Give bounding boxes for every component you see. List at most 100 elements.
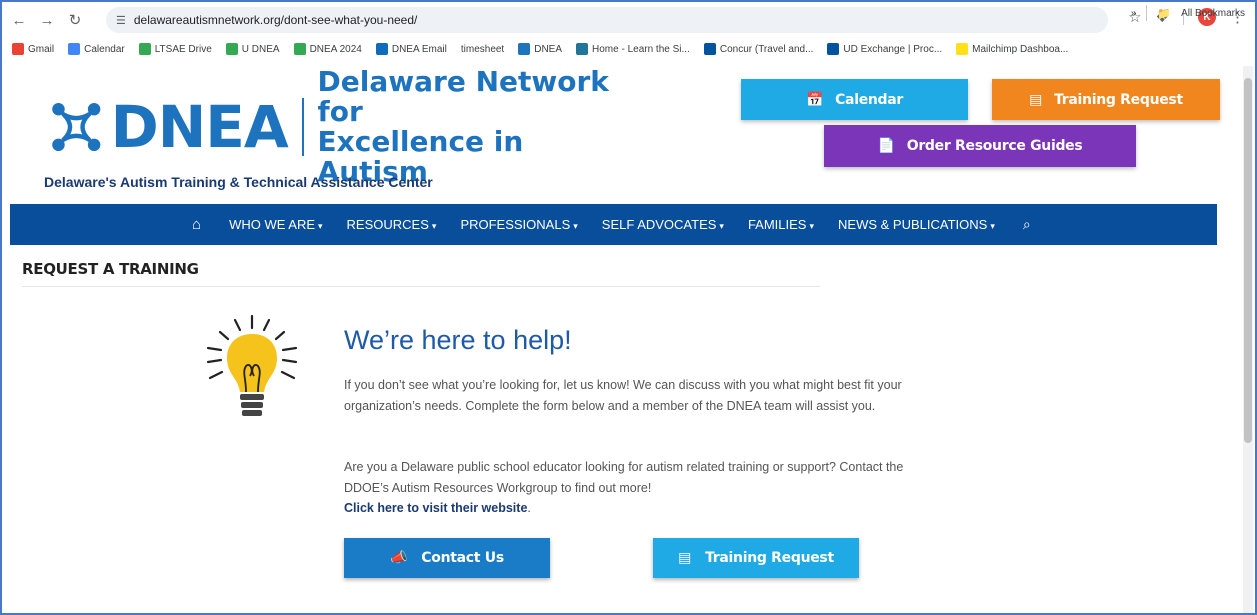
training-request-header-label: Training Request [1054, 91, 1183, 108]
bookmark-item[interactable]: Mailchimp Dashboa... [956, 43, 1068, 55]
main-navigation: ⌂ WHO WE ARE ▾ RESOURCES ▾ PROFESSIONALS ▾ SEL… [10, 204, 1217, 245]
calendar-icon: 📅 [805, 91, 824, 108]
nav-item-news-publications[interactable]: NEWS & PUBLICATIONS ▾ [838, 217, 995, 232]
nav-item-label: WHO WE ARE [229, 217, 316, 232]
bookmark-label: UD Exchange | Proc... [843, 43, 943, 55]
bookmark-label: Home - Learn the Si... [592, 43, 690, 55]
ud-icon [827, 43, 840, 55]
training-request-button[interactable]: ▤ Training Request [653, 538, 859, 578]
bookmark-label: Gmail [28, 43, 55, 55]
training-request-label: Training Request [705, 550, 834, 566]
bookmark-item[interactable]: timesheet [461, 44, 504, 55]
address-bar-row: ← → ↻ ☰ delawareautismnetwork.org/dont-s… [2, 2, 1255, 38]
bookmark-item[interactable]: DNEA [518, 43, 562, 55]
ud-icon [703, 43, 716, 55]
drive-icon [225, 43, 238, 55]
intro-paragraph: If you don’t see what you’re looking for… [344, 378, 902, 413]
bookmark-item[interactable]: Home - Learn the Si... [576, 43, 690, 55]
gmail-icon [12, 43, 24, 55]
home-icon[interactable]: ⌂ [192, 216, 201, 233]
lightbulb-icon [206, 314, 298, 416]
presentation-icon: ▤ [678, 550, 692, 566]
logo-text: DNEA [110, 93, 289, 161]
folder-icon: 📁 [1157, 7, 1172, 20]
bookmark-label: LTSAE Drive [154, 43, 212, 55]
ddoe-paragraph: Are you a Delaware public school educato… [344, 460, 904, 495]
drive-icon [138, 43, 151, 55]
bookmark-item[interactable]: UD Exchange | Proc... [827, 43, 942, 55]
document-icon: 📄 [877, 138, 895, 154]
heading-divider [22, 286, 820, 287]
logo-full-name: Delaware Network for Excellence in Autis… [318, 67, 626, 187]
help-heading: We’re here to help! [344, 325, 572, 355]
mailchimp-icon [956, 43, 969, 55]
bookmark-item[interactable]: LTSAE Drive [138, 43, 212, 55]
nav-item-label: PROFESSIONALS [460, 217, 571, 232]
calendar-button-label: Calendar [835, 91, 904, 108]
reload-icon[interactable]: ↻ [64, 9, 86, 31]
nav-item-who-we-are[interactable]: WHO WE ARE ▾ [229, 217, 322, 232]
bookmark-item[interactable]: Gmail [12, 43, 54, 55]
visit-website-link[interactable]: Click here to visit their website [344, 501, 527, 515]
nav-item-label: RESOURCES [346, 217, 429, 232]
forward-icon[interactable]: → [36, 9, 58, 31]
bookmark-label: DNEA [534, 43, 563, 55]
search-icon[interactable]: ⌕ [1023, 216, 1031, 233]
bookmark-item[interactable]: Concur (Travel and... [703, 43, 814, 55]
bookmarks-bar: Gmail Calendar LTSAE Drive U DNEA DNEA 2024 D… [2, 38, 1255, 60]
bookmark-item[interactable]: DNEA Email [375, 43, 447, 55]
visit-website-suffix: . [527, 501, 531, 515]
nav-item-families[interactable]: FAMILIES ▾ [748, 217, 814, 232]
bookmark-item[interactable]: U DNEA [225, 43, 280, 55]
bookmark-label: timesheet [460, 43, 505, 55]
dnea-logo-mark-icon [52, 102, 101, 152]
url-text[interactable]: delawareautismnetwork.org/dont-see-what-… [134, 13, 417, 27]
nav-item-professionals[interactable]: PROFESSIONALS ▾ [460, 217, 577, 232]
dnea-logo[interactable]: DNEA Delaware Network for Excellence in … [46, 67, 626, 187]
bookmark-label: U DNEA [241, 43, 280, 55]
outlook-icon [375, 43, 388, 55]
order-resource-guides-label: Order Resource Guides [906, 138, 1083, 154]
megaphone-icon: 📣 [390, 550, 408, 566]
calendar-button[interactable]: 📅 Calendar [741, 79, 968, 120]
nav-item-self-advocates[interactable]: SELF ADVOCATES ▾ [602, 217, 724, 232]
nav-item-label: SELF ADVOCATES [601, 217, 717, 232]
nav-item-label: NEWS & PUBLICATIONS [838, 217, 988, 232]
nav-item-resources[interactable]: RESOURCES ▾ [347, 217, 437, 232]
browser-window: ← → ↻ ☰ delawareautismnetwork.org/dont-s… [0, 0, 1257, 615]
scrollbar-thumb[interactable] [1244, 78, 1252, 443]
chevron-down-icon: ▾ [431, 221, 437, 231]
url-bar[interactable]: ☰ delawareautismnetwork.org/dont-see-wha… [106, 7, 1108, 33]
dnea-icon [518, 43, 531, 55]
bookmark-label: DNEA Email [391, 43, 447, 55]
drive-icon [293, 43, 306, 55]
bookmarks-divider [1146, 5, 1148, 21]
page-title: REQUEST A TRAINING [22, 260, 199, 278]
site-tagline: Delaware's Autism Training & Technical A… [44, 174, 433, 190]
bookmark-item[interactable]: DNEA 2024 [293, 43, 362, 55]
nav-item-label: FAMILIES [747, 217, 807, 232]
chevron-down-icon: ▾ [573, 221, 578, 231]
chevron-down-icon: ▾ [809, 221, 815, 231]
contact-us-button[interactable]: 📣 Contact Us [344, 538, 550, 578]
visit-website-line: Click here to visit their website. [344, 501, 531, 515]
presentation-icon: ▤ [1029, 91, 1043, 108]
wordpress-icon [576, 43, 589, 55]
calendar-icon [68, 43, 81, 55]
more-bookmarks-button[interactable]: » [1131, 8, 1137, 19]
bookmark-label: Mailchimp Dashboa... [972, 43, 1069, 55]
bookmark-label: DNEA 2024 [309, 43, 362, 55]
back-icon[interactable]: ← [8, 9, 30, 31]
scrollbar[interactable] [1243, 66, 1253, 613]
bookmark-label: Calendar [84, 43, 125, 55]
chevron-down-icon: ▾ [318, 221, 323, 231]
site-info-icon[interactable]: ☰ [116, 14, 126, 27]
all-bookmarks-button[interactable]: All Bookmarks [1181, 8, 1245, 19]
bookmark-item[interactable]: Calendar [68, 43, 125, 55]
logo-divider [301, 98, 304, 156]
chevron-down-icon: ▾ [719, 221, 724, 231]
contact-us-label: Contact Us [421, 550, 504, 566]
order-resource-guides-button[interactable]: 📄 Order Resource Guides [824, 125, 1136, 167]
training-request-header-button[interactable]: ▤ Training Request [992, 79, 1220, 120]
bookmark-label: Concur (Travel and... [719, 43, 814, 55]
